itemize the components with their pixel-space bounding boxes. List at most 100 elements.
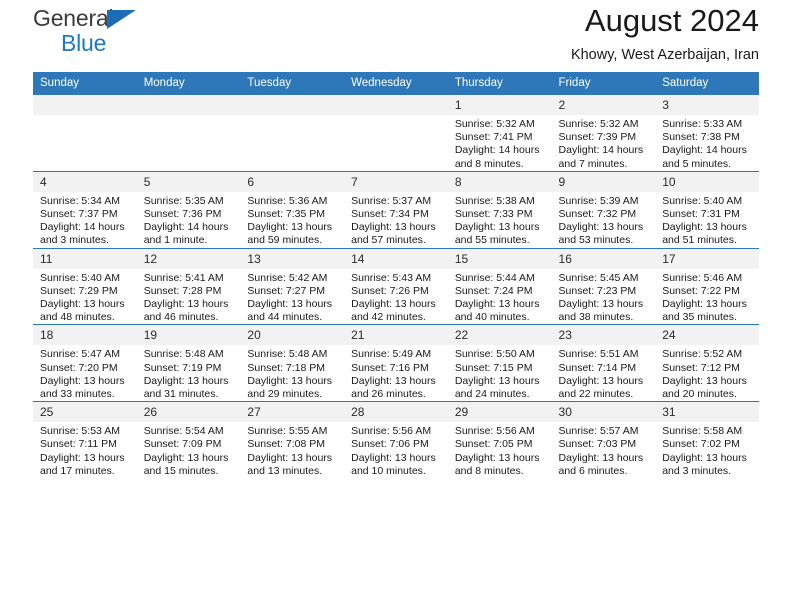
day-details: Sunrise: 5:57 AM Sunset: 7:03 PM Daylight:… xyxy=(552,422,656,478)
day-number: 20 xyxy=(240,325,345,346)
day-number: 13 xyxy=(240,248,345,269)
sunset-text: Sunset: 7:15 PM xyxy=(454,361,533,374)
calendar-cell-day-24[interactable]: 24 Sunrise: 5:52 AM Sunset: 7:12 PM Dayligh… xyxy=(655,324,759,402)
daylight-text-line1: Daylight: 13 hours xyxy=(351,374,436,387)
calendar-cell-empty xyxy=(240,94,345,172)
calendar-cell-day-27[interactable]: 27 Sunrise: 5:55 AM Sunset: 7:08 PM Dayligh… xyxy=(240,401,345,479)
daylight-text-line1: Daylight: 14 hours xyxy=(454,144,540,157)
daylight-text-line1: Daylight: 13 hours xyxy=(40,451,125,464)
day-number xyxy=(240,95,345,115)
day-details: Sunrise: 5:56 AM Sunset: 7:06 PM Daylight:… xyxy=(344,422,448,478)
day-number: 31 xyxy=(655,402,759,423)
weekday-header-friday: Friday xyxy=(551,72,656,95)
sunset-text: Sunset: 7:28 PM xyxy=(143,284,222,297)
day-number xyxy=(344,95,448,115)
daylight-text-line1: Daylight: 13 hours xyxy=(40,374,125,387)
daylight-text-line1: Daylight: 13 hours xyxy=(558,451,644,464)
day-details: Sunrise: 5:34 AM Sunset: 7:37 PM Daylight:… xyxy=(33,192,137,248)
calendar-cell-day-30[interactable]: 30 Sunrise: 5:57 AM Sunset: 7:03 PM Dayligh… xyxy=(551,401,656,479)
day-number: 22 xyxy=(447,325,552,346)
calendar-cell-day-3[interactable]: 3 Sunrise: 5:33 AM Sunset: 7:38 PM Daylight… xyxy=(655,94,759,172)
calendar-cell-day-15[interactable]: 15 Sunrise: 5:44 AM Sunset: 7:24 PM Dayligh… xyxy=(447,247,552,325)
day-number: 2 xyxy=(551,95,656,115)
sunset-text: Sunset: 7:09 PM xyxy=(143,438,222,451)
sunrise-text: Sunrise: 5:41 AM xyxy=(143,271,224,284)
sunrise-text: Sunrise: 5:40 AM xyxy=(40,271,120,284)
day-details: Sunrise: 5:32 AM Sunset: 7:41 PM Daylight:… xyxy=(448,115,552,171)
calendar-cell-empty xyxy=(344,94,448,172)
sunrise-text: Sunrise: 5:35 AM xyxy=(143,194,224,207)
sunrise-text: Sunrise: 5:57 AM xyxy=(558,425,639,438)
calendar-cell-day-9[interactable]: 9 Sunrise: 5:39 AM Sunset: 7:32 PM Daylight… xyxy=(551,170,656,249)
sunset-text: Sunset: 7:03 PM xyxy=(558,438,637,451)
day-details: Sunrise: 5:47 AM Sunset: 7:20 PM Daylight:… xyxy=(33,345,137,401)
calendar-cell-day-29[interactable]: 29 Sunrise: 5:56 AM Sunset: 7:05 PM Dayligh… xyxy=(447,401,552,479)
calendar-cell-day-14[interactable]: 14 Sunrise: 5:43 AM Sunset: 7:26 PM Dayligh… xyxy=(344,247,448,325)
daylight-text-line1: Daylight: 13 hours xyxy=(247,298,333,311)
day-details: Sunrise: 5:48 AM Sunset: 7:19 PM Daylight:… xyxy=(137,345,241,401)
sunrise-text: Sunrise: 5:38 AM xyxy=(454,194,535,207)
day-number: 1 xyxy=(447,95,552,115)
daylight-text-line2: and 51 minutes. xyxy=(662,234,737,247)
calendar-cell-day-21[interactable]: 21 Sunrise: 5:49 AM Sunset: 7:16 PM Dayligh… xyxy=(344,324,448,402)
sunset-text: Sunset: 7:35 PM xyxy=(247,208,326,221)
calendar-cell-day-8[interactable]: 8 Sunrise: 5:38 AM Sunset: 7:33 PM Daylight… xyxy=(447,170,552,249)
day-number: 3 xyxy=(655,95,759,115)
sunrise-text: Sunrise: 5:56 AM xyxy=(454,425,535,438)
calendar-cell-day-19[interactable]: 19 Sunrise: 5:48 AM Sunset: 7:19 PM Dayligh… xyxy=(136,324,241,402)
sunrise-text: Sunrise: 5:36 AM xyxy=(247,194,328,207)
calendar-week-row: 11 Sunrise: 5:40 AM Sunset: 7:29 PM Dayligh… xyxy=(33,247,759,325)
daylight-text-line2: and 53 minutes. xyxy=(558,234,634,247)
sunset-text: Sunset: 7:37 PM xyxy=(40,208,118,221)
day-number: 10 xyxy=(655,171,759,192)
sunset-text: Sunset: 7:06 PM xyxy=(351,438,429,451)
calendar-cell-day-26[interactable]: 26 Sunrise: 5:54 AM Sunset: 7:09 PM Dayligh… xyxy=(136,401,241,479)
day-number: 17 xyxy=(655,248,759,269)
calendar-cell-day-1[interactable]: 1 Sunrise: 5:32 AM Sunset: 7:41 PM Daylight… xyxy=(447,94,552,172)
calendar-cell-day-6[interactable]: 6 Sunrise: 5:36 AM Sunset: 7:35 PM Daylight… xyxy=(240,170,345,249)
day-number: 6 xyxy=(240,171,345,192)
day-number: 26 xyxy=(136,402,241,423)
daylight-text-line2: and 5 minutes. xyxy=(662,157,732,170)
calendar-cell-day-25[interactable]: 25 Sunrise: 5:53 AM Sunset: 7:11 PM Dayligh… xyxy=(33,401,137,479)
brand-logo[interactable]: General Blue xyxy=(33,0,163,55)
day-details: Sunrise: 5:58 AM Sunset: 7:02 PM Daylight:… xyxy=(655,422,759,478)
weekday-header-sunday: Sunday xyxy=(33,72,137,95)
brand-general-text: General xyxy=(33,5,114,31)
sunrise-text: Sunrise: 5:55 AM xyxy=(247,425,328,438)
daylight-text-line2: and 10 minutes. xyxy=(351,464,426,477)
calendar-cell-day-16[interactable]: 16 Sunrise: 5:45 AM Sunset: 7:23 PM Dayligh… xyxy=(551,247,656,325)
day-number: 30 xyxy=(551,402,656,423)
calendar-cell-day-20[interactable]: 20 Sunrise: 5:48 AM Sunset: 7:18 PM Dayligh… xyxy=(240,324,345,402)
calendar-cell-day-18[interactable]: 18 Sunrise: 5:47 AM Sunset: 7:20 PM Dayligh… xyxy=(33,324,137,402)
calendar-cell-day-2[interactable]: 2 Sunrise: 5:32 AM Sunset: 7:39 PM Daylight… xyxy=(551,94,656,172)
daylight-text-line2: and 40 minutes. xyxy=(454,311,530,324)
sunset-text: Sunset: 7:41 PM xyxy=(454,131,533,144)
calendar-cell-day-12[interactable]: 12 Sunrise: 5:41 AM Sunset: 7:28 PM Dayligh… xyxy=(136,247,241,325)
calendar-cell-day-28[interactable]: 28 Sunrise: 5:56 AM Sunset: 7:06 PM Dayligh… xyxy=(344,401,448,479)
calendar-week-row: 4 Sunrise: 5:34 AM Sunset: 7:37 PM Daylight… xyxy=(33,170,759,249)
daylight-text-line1: Daylight: 13 hours xyxy=(558,298,644,311)
daylight-text-line1: Daylight: 14 hours xyxy=(662,144,747,157)
calendar-cell-day-13[interactable]: 13 Sunrise: 5:42 AM Sunset: 7:27 PM Dayligh… xyxy=(240,247,345,325)
daylight-text-line2: and 48 minutes. xyxy=(40,311,115,324)
calendar-cell-day-23[interactable]: 23 Sunrise: 5:51 AM Sunset: 7:14 PM Dayligh… xyxy=(551,324,656,402)
calendar-cell-day-17[interactable]: 17 Sunrise: 5:46 AM Sunset: 7:22 PM Dayligh… xyxy=(655,247,759,325)
daylight-text-line2: and 57 minutes. xyxy=(351,234,426,247)
sunset-text: Sunset: 7:26 PM xyxy=(351,284,429,297)
day-details: Sunrise: 5:52 AM Sunset: 7:12 PM Daylight:… xyxy=(655,345,759,401)
sunrise-text: Sunrise: 5:48 AM xyxy=(143,348,224,361)
calendar-cell-day-7[interactable]: 7 Sunrise: 5:37 AM Sunset: 7:34 PM Daylight… xyxy=(344,170,448,249)
calendar-cell-day-11[interactable]: 11 Sunrise: 5:40 AM Sunset: 7:29 PM Dayligh… xyxy=(33,247,137,325)
daylight-text-line2: and 38 minutes. xyxy=(558,311,634,324)
sunrise-text: Sunrise: 5:58 AM xyxy=(662,425,743,438)
day-number: 29 xyxy=(447,402,552,423)
calendar-cell-day-31[interactable]: 31 Sunrise: 5:58 AM Sunset: 7:02 PM Dayligh… xyxy=(655,401,759,479)
calendar-cell-day-4[interactable]: 4 Sunrise: 5:34 AM Sunset: 7:37 PM Daylight… xyxy=(33,170,137,249)
calendar-cell-day-5[interactable]: 5 Sunrise: 5:35 AM Sunset: 7:36 PM Daylight… xyxy=(136,170,241,249)
daylight-text-line2: and 20 minutes. xyxy=(662,388,737,401)
calendar-week-row: 1 Sunrise: 5:32 AM Sunset: 7:41 PM Daylight… xyxy=(33,94,759,172)
calendar-cell-day-10[interactable]: 10 Sunrise: 5:40 AM Sunset: 7:31 PM Dayligh… xyxy=(655,170,759,249)
calendar-cell-day-22[interactable]: 22 Sunrise: 5:50 AM Sunset: 7:15 PM Dayligh… xyxy=(447,324,552,402)
day-details: Sunrise: 5:56 AM Sunset: 7:05 PM Daylight:… xyxy=(448,422,552,478)
